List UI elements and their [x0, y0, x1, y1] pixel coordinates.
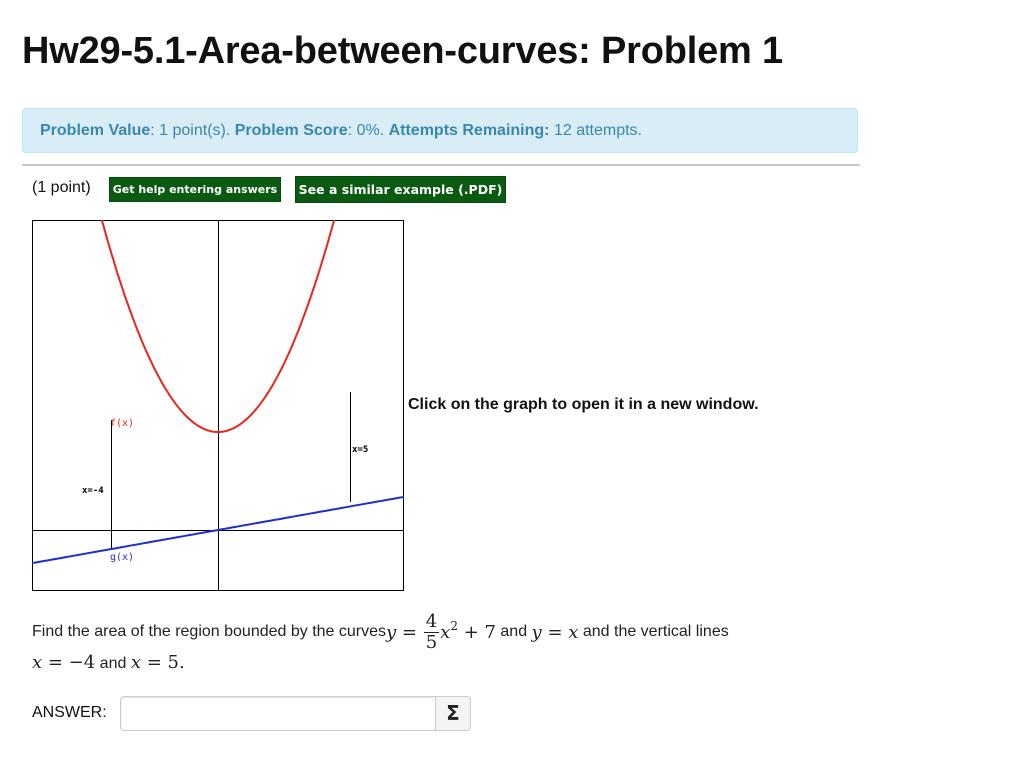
graph-caption: Click on the graph to open it in a new w…	[408, 396, 759, 413]
g-label: g(x)	[110, 552, 134, 563]
eq1-plus-seven: + 7	[457, 621, 496, 643]
answer-label: ANSWER:	[32, 704, 107, 721]
problem-intro-text: Find the area of the region bounded by t…	[32, 623, 387, 640]
answer-input[interactable]	[120, 696, 436, 731]
attempts-remaining-label: Attempts Remaining:	[388, 122, 550, 139]
left-line-label: x=-4	[82, 486, 104, 496]
eq1-x: x	[440, 621, 451, 643]
eq2-x: x	[568, 621, 579, 643]
problem-line-2: x = −4 and x = 5.	[32, 652, 185, 673]
eq1-y: y	[386, 621, 397, 643]
fraction-numerator: 4	[423, 610, 440, 633]
and-text-1: and	[495, 623, 532, 640]
fraction-denominator: 5	[425, 631, 438, 653]
vertical-lines-text: and the vertical lines	[578, 623, 729, 640]
similar-example-pdf-button[interactable]: See a similar example (.PDF)	[295, 176, 506, 203]
help-entering-answers-button[interactable]: Get help entering answers	[109, 177, 281, 202]
eq1-exponent: 2	[450, 619, 458, 633]
f-label: f(x)	[110, 418, 134, 429]
section-divider	[22, 164, 860, 166]
line1-value: = −4	[42, 652, 96, 673]
problem-graph[interactable]: f(x) g(x) x=-4 x=5	[32, 220, 404, 591]
sigma-icon[interactable]: Σ	[435, 696, 471, 731]
right-line-label: x=5	[352, 445, 368, 455]
points-label: (1 point)	[32, 179, 91, 196]
problem-line-1: Find the area of the region bounded by t…	[32, 608, 729, 656]
fraction: 4 5	[423, 610, 440, 653]
problem-score-text: : 0%.	[347, 122, 389, 139]
page-title: Hw29-5.1-Area-between-curves: Problem 1	[22, 30, 783, 72]
eq2-y: y	[531, 621, 542, 643]
problem-value-label: Problem Value	[40, 122, 151, 139]
line2-x: x	[130, 652, 141, 673]
eq1-equals: =	[396, 621, 423, 643]
line1-x: x	[32, 652, 43, 673]
and-text-2: and	[95, 655, 131, 672]
eq2-equals: =	[541, 621, 569, 643]
line2-value: = 5.	[140, 652, 185, 673]
attempts-remaining-text: 12 attempts.	[549, 122, 642, 139]
problem-score-label: Problem Score	[234, 122, 348, 139]
problem-info-banner: Problem Value: 1 point(s). Problem Score…	[22, 108, 858, 153]
graph-image[interactable]: f(x) g(x) x=-4 x=5	[32, 220, 404, 591]
problem-value-text: : 1 point(s).	[150, 122, 235, 139]
